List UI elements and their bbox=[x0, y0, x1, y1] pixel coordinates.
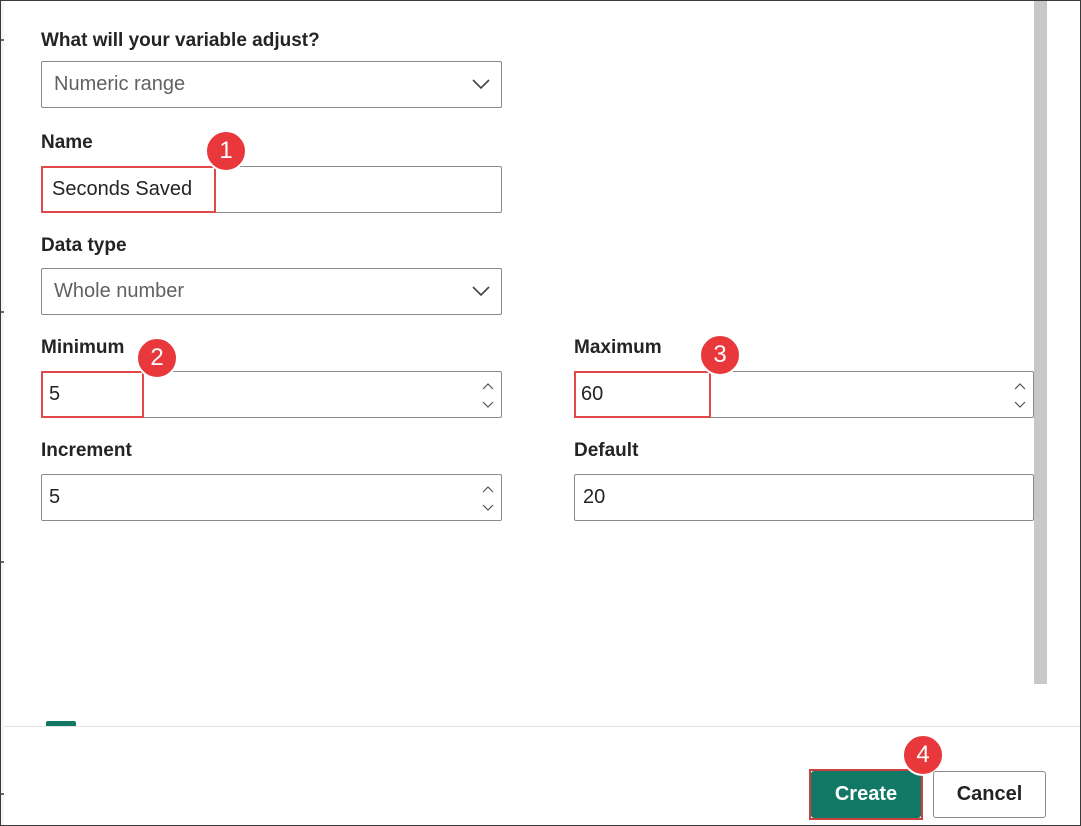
scrollbar[interactable] bbox=[1034, 1, 1047, 684]
default-input[interactable]: 20 bbox=[574, 474, 1034, 521]
step-badge-1: 1 bbox=[205, 130, 247, 172]
minimum-input[interactable]: 5 bbox=[41, 371, 502, 418]
left-background-strip bbox=[1, 1, 4, 825]
spinner-arrows-icon[interactable] bbox=[481, 480, 495, 516]
left-tick bbox=[1, 793, 4, 795]
spinner-arrows-icon[interactable] bbox=[481, 377, 495, 413]
name-input-value: Seconds Saved bbox=[52, 178, 193, 200]
datatype-dropdown[interactable]: Whole number bbox=[41, 268, 502, 315]
create-parameter-dialog: What will your variable adjust? Numeric … bbox=[0, 0, 1081, 826]
maximum-input-value: 60 bbox=[581, 383, 604, 405]
name-input[interactable]: Seconds Saved bbox=[41, 166, 502, 213]
increment-input[interactable]: 5 bbox=[41, 474, 502, 521]
chevron-down-icon bbox=[472, 79, 490, 90]
adjust-dropdown[interactable]: Numeric range bbox=[41, 61, 502, 108]
name-label: Name bbox=[41, 132, 93, 153]
adjust-label: What will your variable adjust? bbox=[41, 30, 320, 51]
left-tick bbox=[1, 39, 4, 41]
datatype-dropdown-value: Whole number bbox=[54, 280, 185, 302]
chevron-down-icon bbox=[472, 286, 490, 297]
step-badge-3: 3 bbox=[699, 334, 741, 376]
maximum-input[interactable]: 60 bbox=[574, 371, 1034, 418]
default-label: Default bbox=[574, 440, 639, 461]
left-tick bbox=[1, 561, 4, 563]
maximum-label: Maximum bbox=[574, 337, 662, 358]
increment-input-value: 5 bbox=[49, 486, 61, 508]
datatype-label: Data type bbox=[41, 235, 127, 256]
left-tick bbox=[1, 311, 4, 313]
cancel-button[interactable]: Cancel bbox=[933, 771, 1046, 818]
increment-label: Increment bbox=[41, 440, 132, 461]
step-badge-2: 2 bbox=[136, 337, 178, 379]
adjust-dropdown-value: Numeric range bbox=[54, 73, 186, 95]
default-input-value: 20 bbox=[583, 486, 606, 508]
footer-divider bbox=[4, 726, 1080, 727]
minimum-label: Minimum bbox=[41, 337, 125, 358]
step-badge-4: 4 bbox=[902, 734, 944, 776]
create-button[interactable]: Create bbox=[811, 771, 921, 818]
minimum-input-value: 5 bbox=[49, 383, 61, 405]
spinner-arrows-icon[interactable] bbox=[1013, 377, 1027, 413]
